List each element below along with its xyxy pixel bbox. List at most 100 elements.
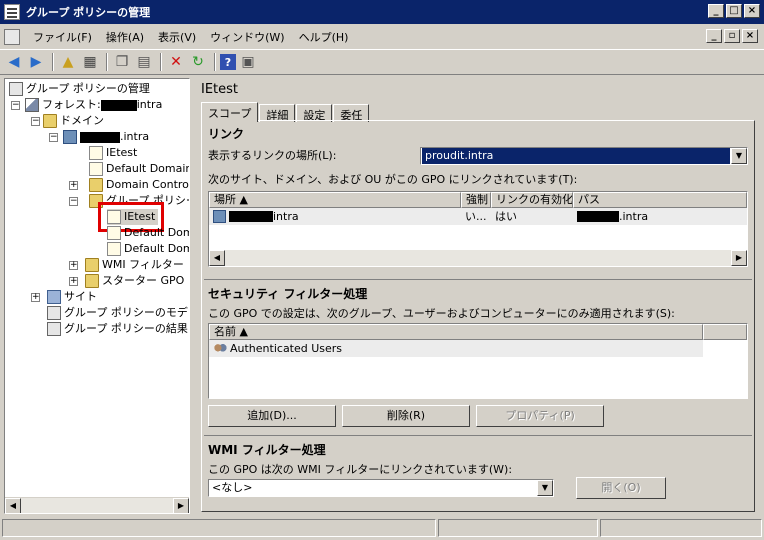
link-location-value: proudit.intra — [422, 148, 730, 164]
child-restore-button[interactable]: ▫ — [724, 29, 740, 43]
tree-wmi-filters[interactable]: WMI フィルター — [85, 257, 184, 273]
domain-icon — [213, 210, 226, 223]
menu-help[interactable]: ヘルプ(H) — [292, 27, 356, 47]
add-button[interactable]: 追加(D)... — [208, 405, 336, 427]
links-list[interactable]: 場所 ▲ 強制 リンクの有効化 パス intra い... はい .intra … — [208, 191, 748, 267]
close-button[interactable]: × — [744, 4, 760, 18]
console-icon[interactable] — [4, 29, 20, 45]
wmi-filter-value: <なし> — [212, 481, 253, 494]
scroll-left-button[interactable]: ◀ — [209, 250, 225, 266]
wmi-section-title: WMI フィルター処理 — [208, 443, 326, 457]
maximize-button[interactable]: □ — [726, 4, 742, 18]
scroll-left-button[interactable]: ◀ — [5, 498, 21, 513]
enforced-cell: い... — [465, 210, 487, 223]
tab-bar: スコープ 詳細 設定 委任 — [201, 102, 370, 122]
menu-window[interactable]: ウィンドウ(W) — [203, 27, 291, 47]
link-enabled-cell: はい — [495, 210, 517, 223]
menu-view[interactable]: 表示(V) — [151, 27, 203, 47]
show-tree-icon[interactable]: ▦ — [80, 52, 100, 72]
scroll-right-button[interactable]: ▶ — [173, 498, 189, 513]
tree-gpo-default-dom-1[interactable]: Default Dom — [107, 225, 189, 241]
table-row[interactable]: intra い... はい .intra — [209, 208, 747, 225]
tree-gpo-link-ietest[interactable]: IEtest — [89, 145, 137, 161]
wmi-filter-dropdown[interactable]: <なし> ▼ — [208, 479, 554, 497]
help-icon[interactable]: ? — [220, 54, 236, 70]
delete-icon[interactable]: ✕ — [166, 52, 186, 72]
tree-horizontal-scrollbar[interactable]: ◀ ▶ — [5, 497, 189, 513]
modeling-icon — [47, 306, 61, 320]
menu-file[interactable]: ファイル(F) — [26, 27, 99, 47]
column-enforced[interactable]: 強制 — [461, 192, 491, 208]
column-path[interactable]: パス — [573, 192, 747, 208]
copy-icon[interactable]: ❐ — [112, 52, 132, 72]
links-list-header: 場所 ▲ 強制 リンクの有効化 パス — [209, 192, 747, 208]
column-filler — [703, 324, 747, 340]
column-link-enabled[interactable]: リンクの有効化 — [491, 192, 573, 208]
forward-icon[interactable]: ▶ — [26, 52, 46, 72]
security-section-title: セキュリティ フィルター処理 — [208, 287, 368, 301]
expand-toggle[interactable]: + — [69, 181, 78, 190]
gpo-title: IEtest — [201, 82, 239, 97]
collapse-toggle[interactable]: − — [69, 197, 78, 206]
collapse-toggle[interactable]: − — [49, 133, 58, 142]
expand-toggle[interactable]: + — [69, 277, 78, 286]
tree-gpo-link-default-domain[interactable]: Default Domain — [89, 161, 189, 177]
redacted-text — [577, 211, 619, 222]
delete-button[interactable]: 削除(R) — [342, 405, 470, 427]
redacted-text — [100, 99, 137, 111]
tree-results[interactable]: グループ ポリシーの結果 — [47, 321, 188, 337]
details-pane: IEtest スコープ 詳細 設定 委任 リンク 表示するリンクの場所(L): … — [197, 78, 760, 514]
tab-scope[interactable]: スコープ — [201, 102, 259, 122]
minimize-button[interactable]: _ — [708, 4, 724, 18]
refresh-icon[interactable]: ↻ — [188, 52, 208, 72]
tree-starter-gpo[interactable]: スターター GPO — [85, 273, 184, 289]
column-location[interactable]: 場所 ▲ — [209, 192, 461, 208]
expand-toggle[interactable]: + — [31, 293, 40, 302]
menu-action[interactable]: 操作(A) — [99, 27, 151, 47]
window-title: グループ ポリシーの管理 — [26, 6, 151, 19]
section-divider — [204, 435, 752, 436]
security-filter-list[interactable]: 名前 ▲ Authenticated Users — [208, 323, 748, 399]
gpmc-app-icon — [4, 4, 20, 20]
child-window-controls: _ ▫ × — [706, 29, 758, 43]
gpo-icon — [107, 226, 121, 240]
paste-icon[interactable]: ▤ — [134, 52, 154, 72]
tree-modeling[interactable]: グループ ポリシーのモデリ — [47, 305, 189, 321]
properties-icon[interactable]: ▣ — [238, 52, 258, 72]
link-location-dropdown[interactable]: proudit.intra ▼ — [420, 147, 748, 165]
gpo-icon — [107, 242, 121, 256]
column-name[interactable]: 名前 ▲ — [209, 324, 703, 340]
table-row[interactable]: Authenticated Users — [209, 340, 703, 357]
forest-icon — [25, 98, 39, 112]
collapse-toggle[interactable]: − — [31, 117, 40, 126]
chevron-down-icon[interactable]: ▼ — [731, 148, 747, 164]
window-controls: _ □ × — [708, 4, 760, 18]
security-description: この GPO での設定は、次のグループ、ユーザーおよびコンピューターにのみ適用さ… — [208, 307, 675, 320]
status-panel — [438, 519, 598, 537]
tree-domains[interactable]: ドメイン — [43, 113, 104, 129]
open-button[interactable]: 開く(O) — [576, 477, 666, 499]
scope-tab-panel: リンク 表示するリンクの場所(L): proudit.intra ▼ 次のサイト… — [201, 120, 755, 512]
tree-root[interactable]: グループ ポリシーの管理 — [9, 81, 150, 97]
tree-domain[interactable]: .intra — [63, 129, 149, 145]
chevron-down-icon[interactable]: ▼ — [537, 480, 553, 496]
domain-icon — [63, 130, 77, 144]
tree-gpo-default-dom-2[interactable]: Default Dom — [107, 241, 189, 257]
back-icon[interactable]: ◀ — [4, 52, 24, 72]
links-section-title: リンク — [208, 127, 245, 141]
console-tree[interactable]: グループ ポリシーの管理 − フォレスト: intra − ドメイン − .int… — [4, 78, 190, 514]
toolbar: ◀ ▶ ▲ ▦ ❐ ▤ ✕ ↻ ? ▣ — [0, 49, 764, 75]
section-divider — [204, 279, 752, 280]
scroll-right-button[interactable]: ▶ — [731, 250, 747, 266]
tree-sites[interactable]: サイト — [47, 289, 97, 305]
child-minimize-button[interactable]: _ — [706, 29, 722, 43]
tree-domain-controllers[interactable]: Domain Controll — [89, 177, 189, 193]
child-close-button[interactable]: × — [742, 29, 758, 43]
properties-button[interactable]: プロパティ(P) — [476, 405, 604, 427]
links-horizontal-scrollbar[interactable]: ◀ ▶ — [209, 250, 747, 266]
collapse-toggle[interactable]: − — [11, 101, 20, 110]
tree-forest[interactable]: フォレスト: intra — [25, 97, 162, 113]
gpmc-icon — [9, 82, 23, 96]
up-folder-icon[interactable]: ▲ — [58, 52, 78, 72]
expand-toggle[interactable]: + — [69, 261, 78, 270]
